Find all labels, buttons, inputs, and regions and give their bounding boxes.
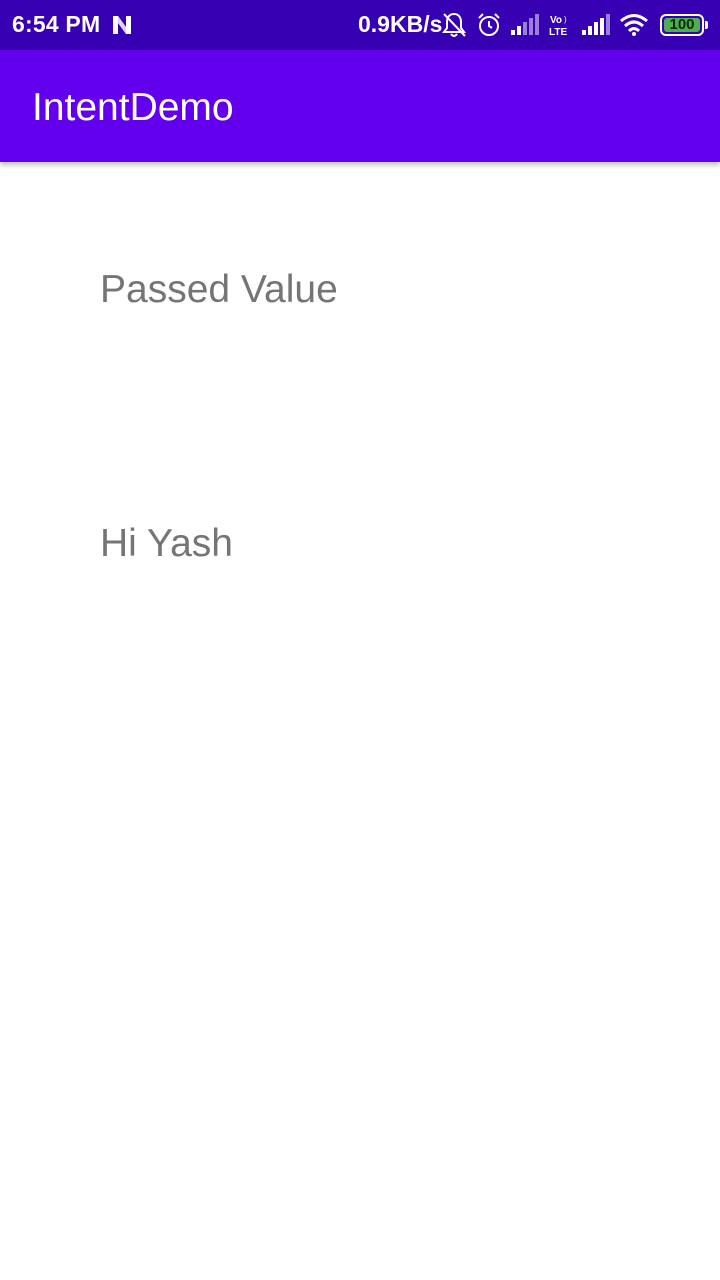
- app-bar: IntentDemo: [0, 50, 720, 162]
- wifi-icon: [620, 14, 648, 36]
- volte-lte-icon: Vo ) LTE: [549, 15, 567, 38]
- status-time: 6:54 PM: [12, 11, 101, 37]
- greeting-text: Hi Yash: [100, 522, 233, 565]
- n-icon: [113, 16, 131, 34]
- svg-text:): ): [564, 15, 567, 24]
- app-title: IntentDemo: [32, 86, 234, 129]
- mute-bell-icon: [442, 12, 466, 37]
- battery-tip: [705, 21, 708, 29]
- network-speed: 0.9KB/s: [358, 11, 443, 37]
- passed-value-label: Passed Value: [100, 268, 338, 311]
- battery-icon: 100: [660, 14, 704, 36]
- status-bar: 6:54 PM 0.9KB/s Vo ) LTE 100: [0, 0, 720, 50]
- signal-icon-2: [582, 14, 610, 35]
- battery-level: 100: [669, 16, 695, 33]
- alarm-icon: [478, 13, 500, 36]
- signal-icon: [511, 14, 539, 35]
- svg-text:LTE: LTE: [549, 27, 567, 38]
- svg-text:Vo: Vo: [550, 15, 562, 26]
